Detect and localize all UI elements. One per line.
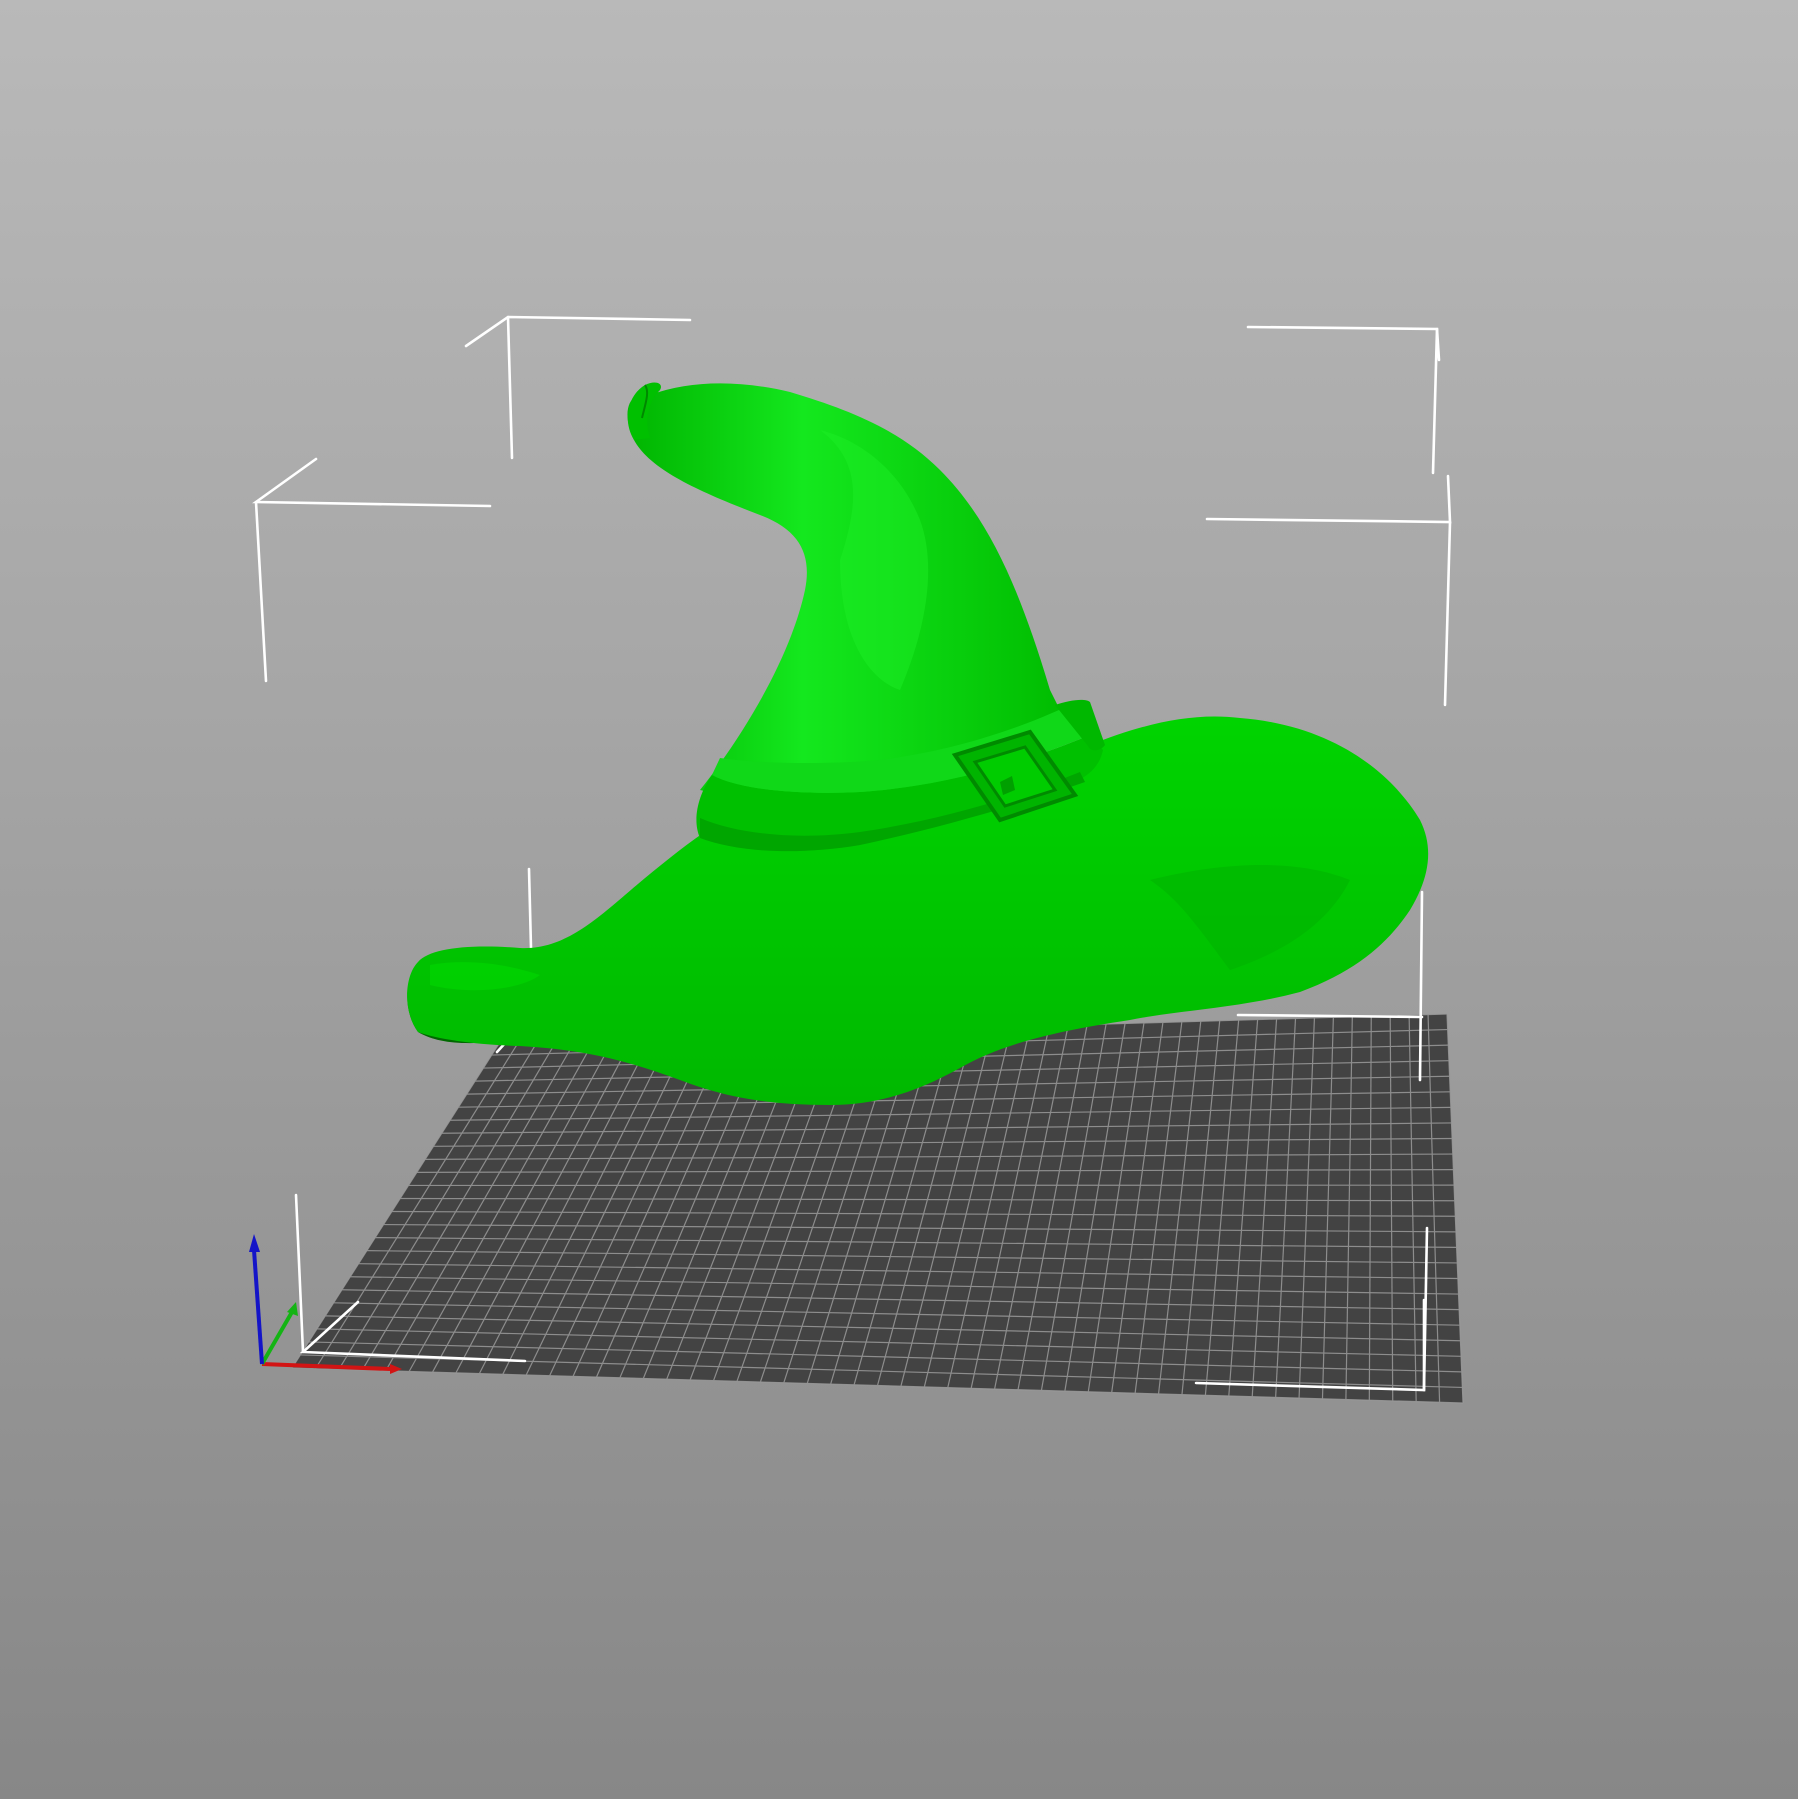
y-axis xyxy=(260,1311,294,1365)
z-axis xyxy=(252,1249,264,1365)
3d-viewport[interactable] xyxy=(0,0,1798,1799)
witch-hat-model[interactable] xyxy=(407,382,1429,1105)
